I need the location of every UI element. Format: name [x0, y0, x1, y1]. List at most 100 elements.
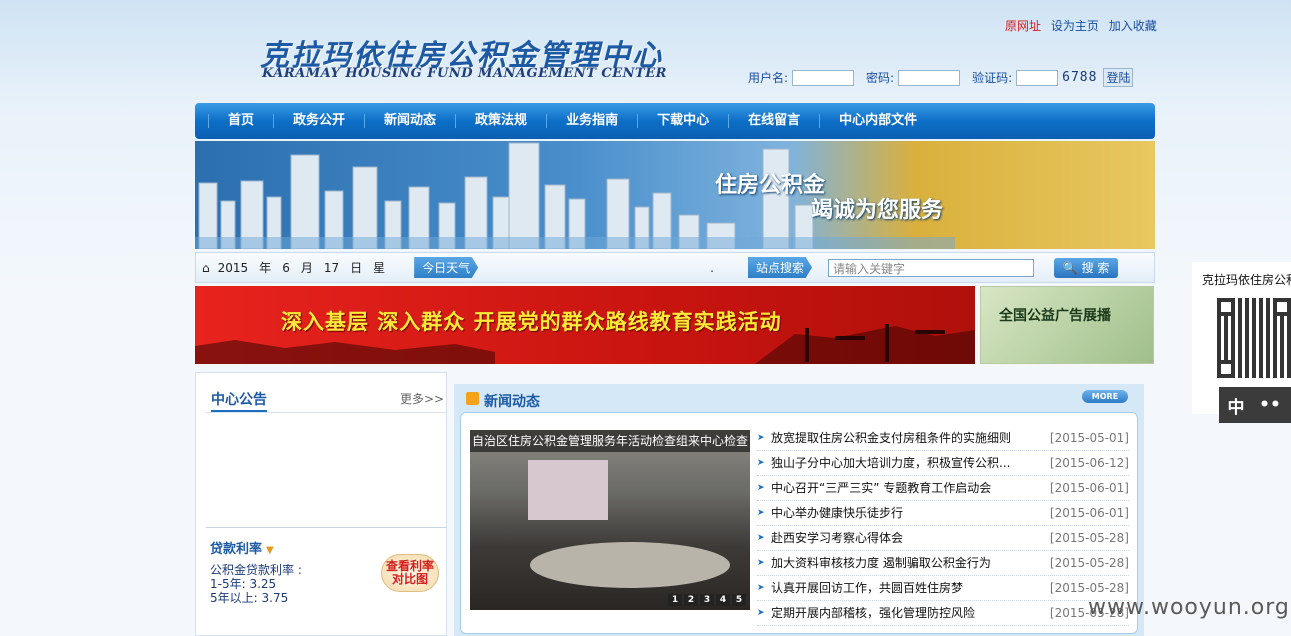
notice-panel: 中心公告 更多>> 贷款利率 ▼ 公积金贷款利率 : 1-5年: 3.25 5年以… — [195, 372, 447, 636]
nav-item-home[interactable]: 首页 — [208, 114, 273, 128]
hero-banner: 住房公积金 竭诚为您服务 — [195, 141, 1155, 249]
loan-rates-title-text: 贷款利率 — [210, 542, 263, 557]
rate-compare-button[interactable]: 查看利率 对比图 — [381, 554, 439, 592]
banner-line2: 竭诚为您服务 — [811, 198, 944, 223]
slider-page-5[interactable]: 5 — [732, 594, 746, 606]
nav-item-messages[interactable]: 在线留言 — [728, 114, 819, 128]
news-item-title[interactable]: 认真开展回访工作，共圆百姓住房梦 — [771, 576, 1046, 600]
psa-title: 全国公益广告展播 — [999, 308, 1111, 324]
news-item-date: [2015-05-28] — [1049, 531, 1129, 545]
news-item-title[interactable]: 加大资料审核核力度 遏制骗取公积金行为 — [771, 551, 1046, 575]
slider-pager: 1 2 3 4 5 — [666, 594, 746, 606]
news-item[interactable]: ➤ 定期开展内部稽核，强化管理防控风险 [2015-05-28] — [757, 601, 1129, 626]
date-month-unit: 月 — [300, 261, 313, 275]
login-form: 用户名: 密码: 验证码: 6788 登陆 — [748, 68, 1134, 87]
slider-page-1[interactable]: 1 — [668, 594, 682, 606]
news-panel: 新闻动态 MORE 自治区住房公积金管理服务年活动检查组来中心检查 1 2 3 … — [454, 384, 1144, 636]
current-date: ⌂ 2015 年 6 月 17 日 星 — [202, 259, 396, 276]
news-item-title[interactable]: 赴西安学习考察心得体会 — [771, 526, 1046, 550]
news-title[interactable]: 新闻动态 — [484, 391, 540, 411]
news-item-title[interactable]: 放宽提取住房公积金支付房租条件的实施细则 — [771, 426, 1046, 450]
news-item-title[interactable]: 中心召开“三严三实” 专题教育工作启动会 — [771, 476, 1046, 500]
original-site-link[interactable]: 原网址 — [1005, 19, 1041, 33]
arrow-bullet-icon: ➤ — [757, 608, 765, 618]
rates-line-2: 1-5年: 3.25 — [210, 577, 277, 591]
site-search-label: 站点搜索 — [748, 257, 813, 278]
weather-tab[interactable]: 今日天气 — [414, 257, 479, 278]
date-day: 17 — [323, 260, 340, 275]
slider-page-3[interactable]: 3 — [700, 594, 714, 606]
news-section-icon — [466, 392, 479, 405]
floating-toolbar: 中 •• — [1219, 387, 1291, 423]
news-item[interactable]: ➤ 放宽提取住房公积金支付房租条件的实施细则 [2015-05-01] — [757, 426, 1129, 451]
date-year-unit: 年 — [259, 261, 272, 275]
rate-compare-line2: 对比图 — [391, 572, 428, 586]
news-item-title[interactable]: 中心举办健康快乐徒步行 — [771, 501, 1046, 525]
news-item-date: [2015-05-01] — [1049, 431, 1129, 445]
captcha-image[interactable]: 6788 — [1062, 70, 1097, 85]
nav-item-news[interactable]: 新闻动态 — [364, 114, 455, 128]
caret-down-icon: ▼ — [266, 545, 274, 556]
photo-caption[interactable]: 自治区住房公积金管理服务年活动检查组来中心检查 — [470, 430, 750, 452]
arrow-bullet-icon: ➤ — [757, 483, 765, 493]
campaign-slogan: 深入基层 深入群众 开展党的群众路线教育实践活动 — [281, 310, 782, 334]
date-day-unit: 日 — [350, 261, 363, 275]
news-item-title[interactable]: 独山子分中心加大培训力度，积极宣传公积... — [771, 451, 1046, 475]
login-button[interactable]: 登陆 — [1103, 68, 1134, 87]
news-photo-slider[interactable]: 自治区住房公积金管理服务年活动检查组来中心检查 1 2 3 4 5 — [470, 430, 750, 610]
news-item[interactable]: ➤ 加大资料审核核力度 遏制骗取公积金行为 [2015-05-28] — [757, 551, 1129, 576]
news-more-button[interactable]: MORE — [1082, 390, 1128, 403]
public-service-ad-banner[interactable]: 全国公益广告展播 — [980, 286, 1154, 364]
news-item[interactable]: ➤ 独山子分中心加大培训力度，积极宣传公积... [2015-06-12] — [757, 451, 1129, 476]
slider-page-2[interactable]: 2 — [684, 594, 698, 606]
rates-line-3: 5年以上: 3.75 — [210, 591, 289, 605]
site-logo-english: KARAMAY HOUSING FUND MANAGEMENT CENTER — [262, 66, 667, 81]
username-input[interactable] — [792, 69, 855, 86]
password-label: 密码: — [866, 71, 895, 85]
notice-more-link[interactable]: 更多>> — [400, 390, 444, 407]
news-item[interactable]: ➤ 中心召开“三严三实” 专题教育工作启动会 [2015-06-01] — [757, 476, 1129, 501]
nav-item-business-guide[interactable]: 业务指南 — [546, 114, 637, 128]
news-item[interactable]: ➤ 赴西安学习考察心得体会 [2015-05-28] — [757, 526, 1129, 551]
captcha-label: 验证码: — [972, 71, 1013, 85]
top-links: 原网址 设为主页 加入收藏 — [1005, 17, 1163, 34]
rates-divider — [206, 527, 446, 528]
date-year: 2015 — [217, 260, 249, 275]
punctuation-button[interactable]: •• — [1253, 395, 1287, 415]
loan-rates-title[interactable]: 贷款利率 ▼ — [210, 538, 274, 557]
campaign-banner[interactable]: 深入基层 深入群众 开展党的群众路线教育实践活动 — [195, 286, 975, 364]
main-nav: 首页 政务公开 新闻动态 政策法规 业务指南 下载中心 在线留言 中心内部文件 — [195, 103, 1155, 139]
arrow-bullet-icon: ➤ — [757, 583, 765, 593]
meeting-screen-image — [528, 460, 608, 520]
notice-divider — [206, 412, 446, 413]
news-list: ➤ 放宽提取住房公积金支付房租条件的实施细则 [2015-05-01] ➤ 独山子分中… — [757, 426, 1129, 626]
rates-line-1: 公积金贷款利率 : — [210, 563, 302, 577]
password-input[interactable] — [898, 69, 961, 86]
search-button[interactable]: 🔍 搜 索 — [1054, 257, 1119, 278]
arrow-bullet-icon: ➤ — [757, 558, 765, 568]
slider-page-4[interactable]: 4 — [716, 594, 730, 606]
set-homepage-link[interactable]: 设为主页 — [1051, 19, 1099, 33]
news-item[interactable]: ➤ 认真开展回访工作，共圆百姓住房梦 [2015-05-28] — [757, 576, 1129, 601]
loan-rates-text: 公积金贷款利率 : 1-5年: 3.25 5年以上: 3.75 — [210, 563, 302, 605]
nav-item-government-affairs[interactable]: 政务公开 — [273, 114, 364, 128]
news-item[interactable]: ➤ 中心举办健康快乐徒步行 [2015-06-01] — [757, 501, 1129, 526]
search-input[interactable]: 请输入关键字 — [828, 258, 1035, 277]
arrow-bullet-icon: ➤ — [757, 458, 765, 468]
nav-item-internal-docs[interactable]: 中心内部文件 — [819, 114, 936, 128]
date-month: 6 — [282, 260, 290, 275]
search-icon: 🔍 — [1062, 260, 1078, 275]
add-favorites-link[interactable]: 加入收藏 — [1109, 19, 1157, 33]
captcha-input[interactable] — [1016, 69, 1059, 86]
search-button-label: 搜 索 — [1081, 261, 1110, 275]
news-item-title[interactable]: 定期开展内部稽核，强化管理防控风险 — [771, 601, 1046, 625]
info-bar: ⌂ 2015 年 6 月 17 日 星 今日天气 . 站点搜索 请输入关键字 🔍… — [195, 252, 1155, 283]
language-button[interactable]: 中 — [1219, 393, 1253, 418]
weather-text: . — [710, 260, 714, 275]
nav-item-policies[interactable]: 政策法规 — [455, 114, 546, 128]
city-skyline-image — [195, 142, 955, 249]
watermark-text: www.wooyun.org — [1088, 595, 1290, 620]
home-icon[interactable]: ⌂ — [202, 261, 210, 275]
nav-item-downloads[interactable]: 下载中心 — [637, 114, 728, 128]
notice-title[interactable]: 中心公告 — [211, 389, 267, 412]
